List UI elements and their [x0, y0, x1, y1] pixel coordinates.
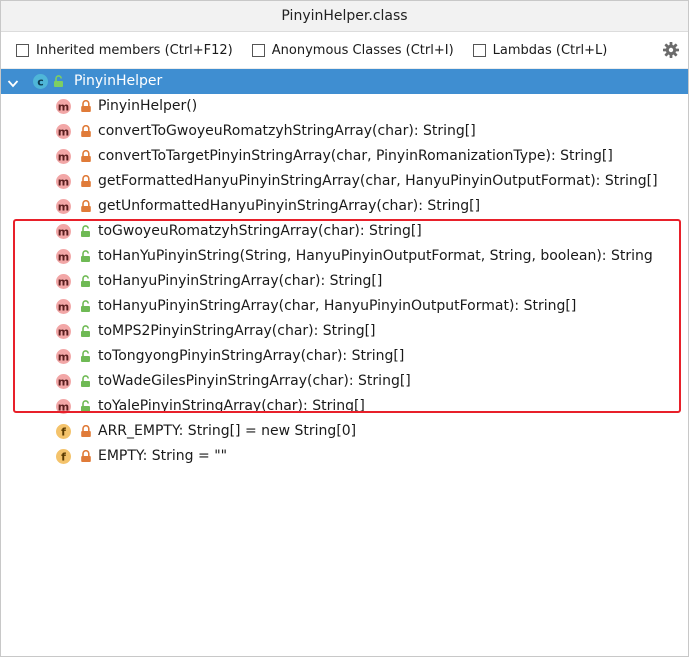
unlock-icon [53, 75, 65, 92]
svg-text:f: f [61, 451, 66, 464]
svg-text:m: m [58, 176, 69, 189]
tree-item-label: toHanYuPinyinString(String, HanyuPinyinO… [98, 248, 653, 264]
field-icon: f [55, 448, 72, 469]
svg-text:m: m [58, 376, 69, 389]
tree-item-method[interactable]: m toTongyongPinyinStringArray(char): Stri… [1, 344, 688, 369]
unlock-icon [80, 325, 92, 342]
tree-item-method[interactable]: m convertToTargetPinyinStringArray(char, … [1, 144, 688, 169]
anonymous-classes-label: Anonymous Classes (Ctrl+I) [271, 42, 454, 58]
tree-item-method[interactable]: m toMPS2PinyinStringArray(char): String[] [1, 319, 688, 344]
svg-text:m: m [58, 351, 69, 364]
lock-icon [80, 174, 92, 192]
tree-item-label: getUnformattedHanyuPinyinStringArray(cha… [98, 198, 481, 214]
svg-text:f: f [61, 426, 66, 439]
tree-item-field[interactable]: f ARR_EMPTY: String[] = new String[0] [1, 419, 688, 444]
lock-icon [80, 99, 92, 117]
tree-item-method[interactable]: m convertToGwoyeuRomatzyhStringArray(char… [1, 119, 688, 144]
unlock-icon [80, 250, 92, 267]
lambdas-checkbox[interactable] [472, 43, 486, 57]
lock-icon [80, 424, 92, 442]
method-icon: m [55, 273, 72, 294]
field-icon: f [55, 423, 72, 444]
member-list: m PinyinHelper() m convertToGwoyeuRomatzyhS… [1, 94, 688, 469]
tree-item-method[interactable]: m toGwoyeuRomatzyhStringArray(char): Stri… [1, 219, 688, 244]
method-icon: m [55, 198, 72, 219]
tree-item-method[interactable]: m toHanyuPinyinStringArray(char, HanyuPin… [1, 294, 688, 319]
tree-item-label: toYalePinyinStringArray(char): String[] [98, 398, 365, 414]
window-title: PinyinHelper.class [1, 1, 688, 32]
svg-text:m: m [58, 151, 69, 164]
tree-item-label: PinyinHelper() [98, 98, 198, 114]
lock-icon [80, 199, 92, 217]
tree-item-method[interactable]: m getUnformattedHanyuPinyinStringArray(ch… [1, 194, 688, 219]
svg-text:m: m [58, 201, 69, 214]
method-icon: m [55, 348, 72, 369]
method-icon: m [55, 373, 72, 394]
tree-item-label: toHanyuPinyinStringArray(char, HanyuPiny… [98, 298, 577, 314]
tree-item-label: convertToGwoyeuRomatzyhStringArray(char)… [98, 123, 476, 139]
tree-item-label: EMPTY: String = "" [98, 448, 228, 464]
structure-tree: c PinyinHelper m PinyinHelper() m convertTo… [1, 69, 688, 469]
tree-item-label: getFormattedHanyuPinyinStringArray(char,… [98, 173, 658, 189]
svg-text:m: m [58, 401, 69, 414]
tree-item-label: toHanyuPinyinStringArray(char): String[] [98, 273, 383, 289]
svg-text:m: m [58, 301, 69, 314]
lock-icon [80, 149, 92, 167]
unlock-icon [80, 300, 92, 317]
inherited-members-label: Inherited members (Ctrl+F12) [36, 42, 233, 58]
method-icon: m [55, 248, 72, 269]
structure-window: PinyinHelper.class Inherited members (Ct… [0, 0, 689, 657]
unlock-icon [80, 275, 92, 292]
method-icon: m [55, 148, 72, 169]
lambdas-option[interactable]: Lambdas (Ctrl+L) [472, 42, 608, 58]
tree-item-method[interactable]: m PinyinHelper() [1, 94, 688, 119]
class-icon: c [32, 73, 49, 94]
lock-icon [80, 449, 92, 467]
tree-root-label: PinyinHelper [74, 73, 163, 89]
svg-text:c: c [37, 76, 44, 89]
tree-item-label: toWadeGilesPinyinStringArray(char): Stri… [98, 373, 411, 389]
unlock-icon [80, 375, 92, 392]
method-icon: m [55, 173, 72, 194]
tree-root-pinyinhelper[interactable]: c PinyinHelper [1, 69, 688, 94]
unlock-icon [80, 225, 92, 242]
svg-text:m: m [58, 101, 69, 114]
method-icon: m [55, 323, 72, 344]
unlock-icon [80, 350, 92, 367]
tree-item-method[interactable]: m toYalePinyinStringArray(char): String[] [1, 394, 688, 419]
svg-text:m: m [58, 126, 69, 139]
lock-icon [80, 124, 92, 142]
anonymous-classes-option[interactable]: Anonymous Classes (Ctrl+I) [251, 42, 454, 58]
filter-toolbar: Inherited members (Ctrl+F12) Anonymous C… [1, 32, 688, 69]
tree-item-label: toMPS2PinyinStringArray(char): String[] [98, 323, 376, 339]
tree-item-field[interactable]: f EMPTY: String = "" [1, 444, 688, 469]
chevron-down-icon[interactable] [7, 77, 19, 93]
unlock-icon [80, 400, 92, 417]
method-icon: m [55, 98, 72, 119]
tree-item-method[interactable]: m toWadeGilesPinyinStringArray(char): Str… [1, 369, 688, 394]
method-icon: m [55, 223, 72, 244]
gear-icon[interactable] [662, 41, 680, 59]
svg-text:m: m [58, 326, 69, 339]
svg-text:m: m [58, 226, 69, 239]
svg-text:m: m [58, 276, 69, 289]
method-icon: m [55, 123, 72, 144]
tree-item-method[interactable]: m toHanyuPinyinStringArray(char): String[… [1, 269, 688, 294]
tree-item-method[interactable]: m getFormattedHanyuPinyinStringArray(char… [1, 169, 688, 194]
method-icon: m [55, 298, 72, 319]
tree-item-label: toGwoyeuRomatzyhStringArray(char): Strin… [98, 223, 422, 239]
tree-item-label: toTongyongPinyinStringArray(char): Strin… [98, 348, 405, 364]
tree-item-label: ARR_EMPTY: String[] = new String[0] [98, 423, 357, 439]
inherited-members-checkbox[interactable] [16, 43, 29, 57]
tree-item-method[interactable]: m toHanYuPinyinString(String, HanyuPinyin… [1, 244, 688, 269]
tree-item-label: convertToTargetPinyinStringArray(char, P… [98, 148, 613, 164]
lambdas-label: Lambdas (Ctrl+L) [492, 42, 608, 58]
svg-text:m: m [58, 251, 69, 264]
inherited-members-option[interactable]: Inherited members (Ctrl+F12) [16, 43, 233, 58]
method-icon: m [55, 398, 72, 419]
anonymous-classes-checkbox[interactable] [251, 43, 265, 57]
